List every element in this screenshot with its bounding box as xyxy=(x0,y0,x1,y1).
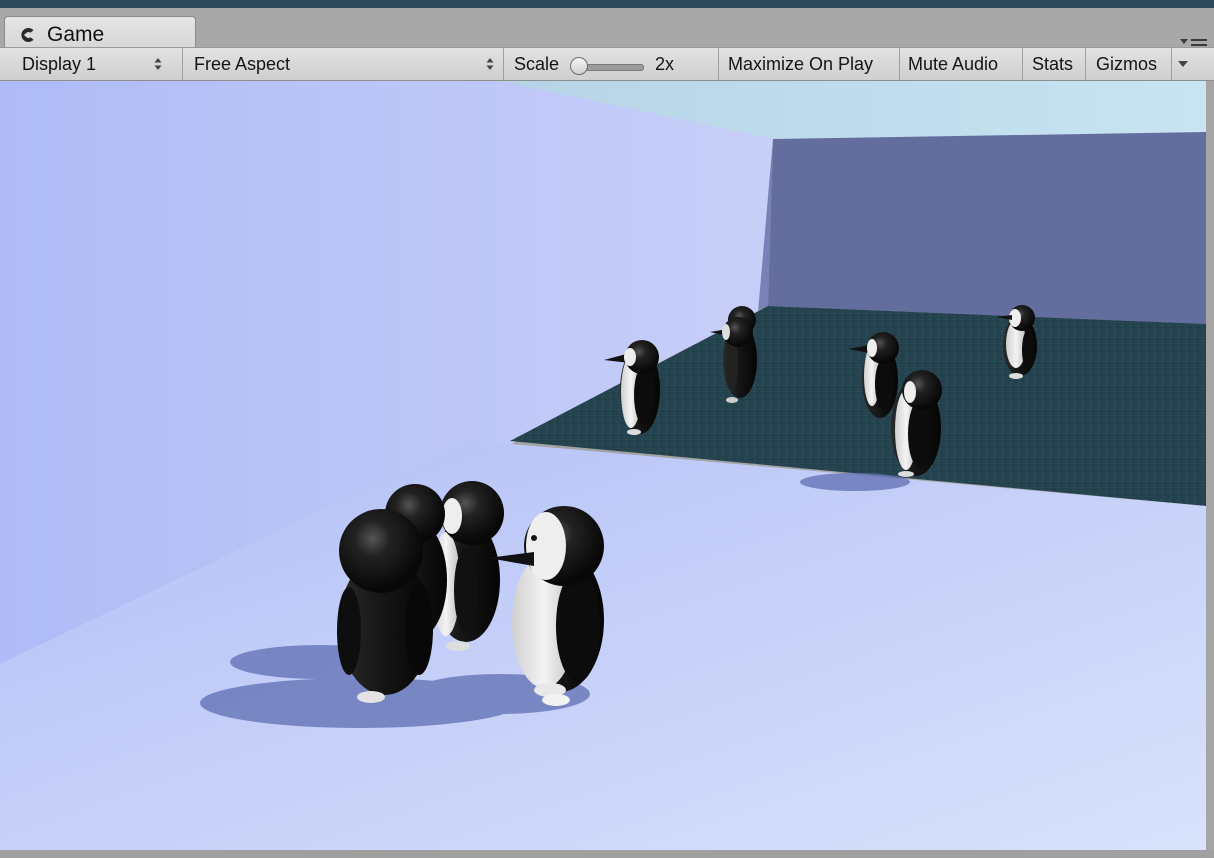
back-wall xyxy=(768,132,1206,324)
panel-bottom-edge xyxy=(0,850,1214,858)
separator xyxy=(503,48,504,80)
separator xyxy=(1171,48,1172,80)
tab-label: Game xyxy=(47,23,105,46)
separator xyxy=(899,48,900,80)
gizmos-button[interactable]: Gizmos xyxy=(1096,48,1157,80)
scale-slider-thumb[interactable] xyxy=(570,57,588,75)
panel-right-edge xyxy=(1206,81,1214,858)
penguin xyxy=(337,509,433,703)
scale-value: 2x xyxy=(655,54,675,74)
display-dropdown-label: Display 1 xyxy=(22,54,97,74)
maximize-on-play-button[interactable]: Maximize On Play xyxy=(728,48,873,80)
separator xyxy=(718,48,719,80)
display-dropdown[interactable]: Display 1 xyxy=(10,48,172,80)
mute-audio-button[interactable]: Mute Audio xyxy=(908,48,998,80)
game-scene xyxy=(0,81,1206,850)
aspect-dropdown[interactable]: Free Aspect xyxy=(183,48,501,80)
updown-arrow-icon xyxy=(486,58,494,70)
stats-button[interactable]: Stats xyxy=(1032,48,1073,80)
game-controller-icon xyxy=(21,28,34,42)
aspect-dropdown-label: Free Aspect xyxy=(194,54,291,74)
tab-bar: Game xyxy=(0,8,1214,56)
separator xyxy=(1022,48,1023,80)
separator xyxy=(1085,48,1086,80)
scale-label: Scale xyxy=(514,54,560,74)
updown-arrow-icon xyxy=(154,58,162,70)
dropdown-arrow-icon[interactable] xyxy=(1177,59,1189,69)
game-viewport[interactable] xyxy=(0,81,1206,850)
